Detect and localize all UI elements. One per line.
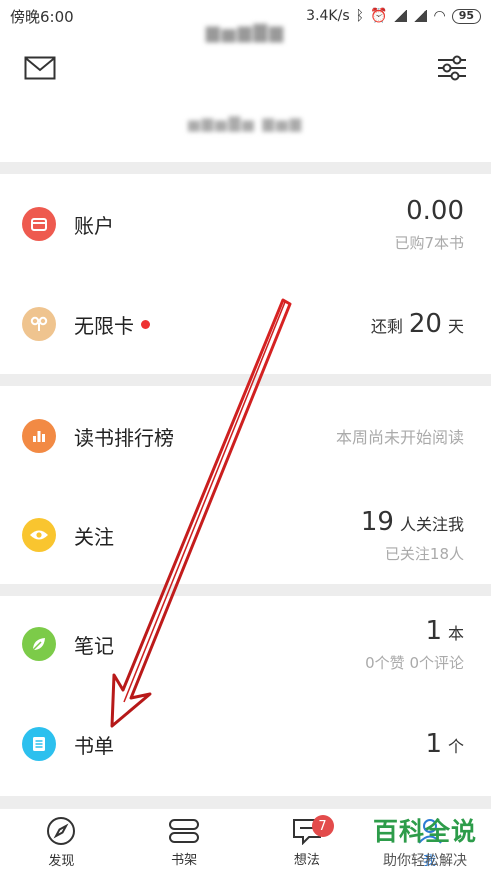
unlimited-label-group: 无限卡 [74, 310, 150, 339]
unlimited-unit: 天 [447, 317, 464, 336]
compass-icon [47, 817, 76, 845]
ranking-status: 本周尚未开始阅读 [335, 428, 464, 447]
thoughts-badge: 7 [311, 815, 334, 837]
watermark-subtitle: 助你轻松解决 [382, 853, 467, 869]
follower-count: 19 [360, 506, 394, 537]
account-balance: 0.00 [406, 195, 464, 226]
watermark-title: 百科全说 [372, 817, 477, 846]
eye-icon [22, 518, 56, 552]
tab-bookshelf-label: 书架 [171, 853, 198, 868]
section-divider [0, 374, 491, 386]
section-divider [0, 162, 491, 174]
unlimited-value-group: 还剩 20 天 [371, 309, 464, 339]
watermark-logo: 百科全说 助你轻松解决 [373, 812, 477, 870]
tab-thoughts-label: 想法 [293, 853, 320, 868]
tab-discover[interactable]: 发现 [0, 809, 123, 876]
booklist-value-group: 1 个 [425, 729, 464, 759]
ranking-value-group: 本周尚未开始阅读 [336, 424, 464, 448]
row-notes[interactable]: 笔记 1 本 0个赞 0个评论 [0, 596, 491, 692]
signal-icon-2 [413, 10, 428, 22]
booklist-count: 1 [425, 729, 442, 759]
account-value-group: 0.00 已购7本书 [394, 196, 464, 253]
tab-bookshelf[interactable]: 书架 [123, 809, 246, 876]
settings-sliders-icon[interactable] [437, 55, 467, 81]
row-unlimited-card[interactable]: 无限卡 还剩 20 天 [0, 274, 491, 374]
follow-label: 关注 [74, 524, 114, 549]
tab-discover-label: 发现 [48, 854, 75, 869]
wallet-icon [22, 207, 56, 241]
signal-icon [393, 10, 408, 22]
following-count: 已关注18人 [384, 544, 464, 563]
list-document-icon [22, 727, 56, 761]
booklist-label: 书单 [74, 733, 114, 758]
bookshelf-icon [169, 819, 200, 843]
account-label: 账户 [74, 213, 114, 238]
unlimited-prefix: 还剩 [370, 317, 403, 336]
notes-value-group: 1 本 0个赞 0个评论 [365, 616, 464, 673]
account-purchased: 已购7本书 [394, 233, 464, 252]
profile-subtitle-blurred: ▅▆▅▇▅ ▆▅▆ [187, 114, 304, 132]
notes-stats: 0个赞 0个评论 [365, 653, 464, 672]
notes-count: 1 [425, 615, 442, 646]
bow-icon [22, 307, 56, 341]
row-account[interactable]: 账户 0.00 已购7本书 [0, 174, 491, 274]
booklist-unit: 个 [447, 737, 464, 756]
row-reading-ranking[interactable]: 读书排行榜 本周尚未开始阅读 [0, 386, 491, 486]
section-divider [0, 796, 491, 808]
new-dot-indicator [141, 319, 150, 329]
follower-unit: 人关注我 [399, 514, 464, 534]
row-booklist[interactable]: 书单 1 个 [0, 692, 491, 796]
notes-label: 笔记 [74, 633, 114, 658]
unlimited-label: 无限卡 [74, 313, 134, 338]
row-follow[interactable]: 关注 19 人关注我 已关注18人 [0, 486, 491, 584]
bar-chart-icon [22, 419, 56, 453]
unlimited-days: 20 [408, 309, 442, 339]
follow-value-group: 19 人关注我 已关注18人 [361, 507, 464, 564]
tab-thoughts[interactable]: 7 想法 [246, 809, 369, 876]
ranking-label: 读书排行榜 [74, 425, 174, 450]
notes-unit: 本 [447, 623, 464, 643]
section-divider [0, 584, 491, 596]
mail-icon[interactable] [24, 56, 56, 80]
leaf-icon [22, 627, 56, 661]
profile-name-blurred: ▆▅▆▇▆ [205, 22, 286, 43]
